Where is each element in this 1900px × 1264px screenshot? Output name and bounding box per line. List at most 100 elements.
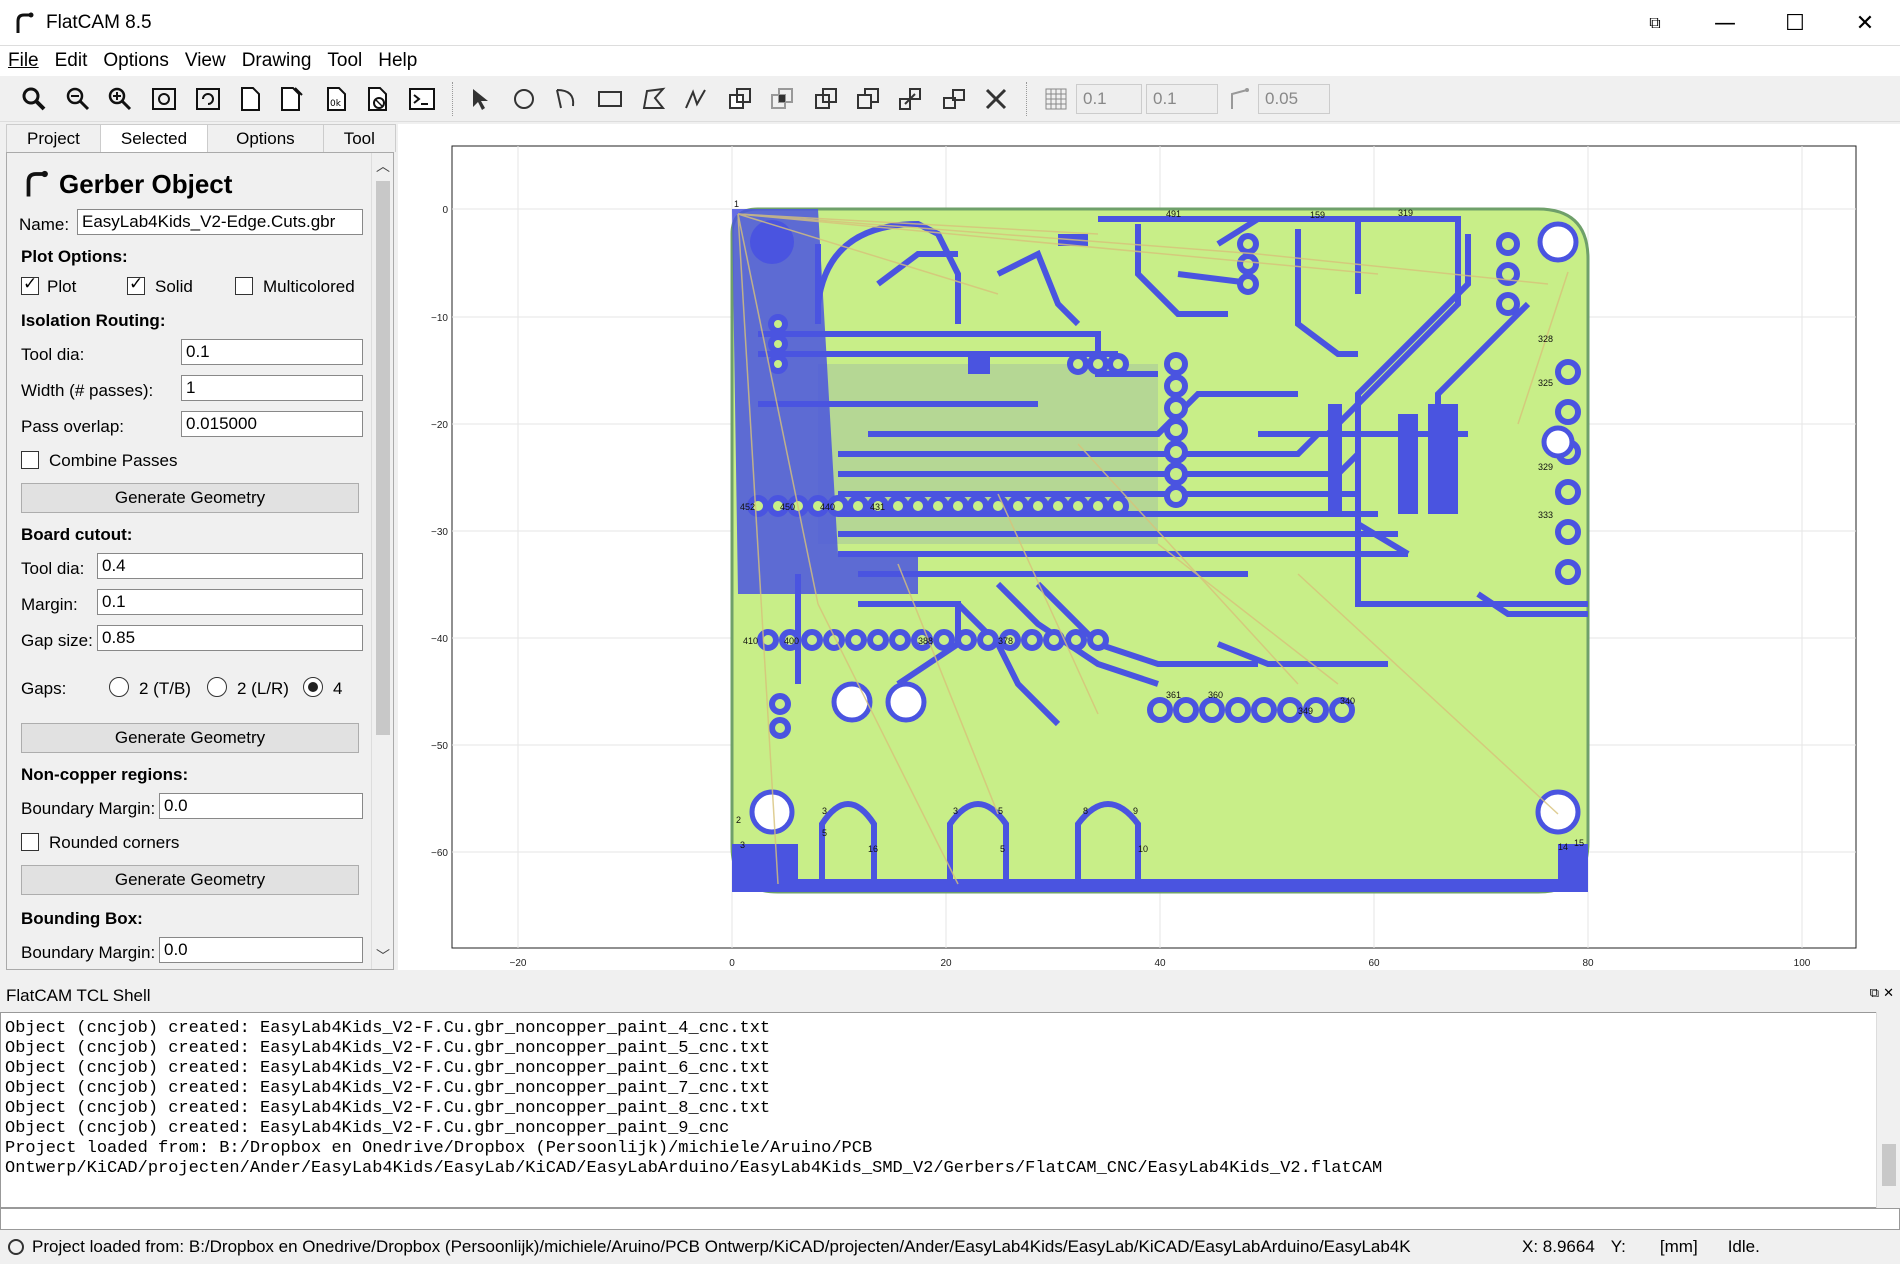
gaps-tb-radio[interactable]: [109, 677, 129, 697]
union-tool-icon[interactable]: [722, 82, 758, 116]
multicolored-checkbox[interactable]: [235, 277, 253, 295]
intersection-tool-icon[interactable]: [764, 82, 800, 116]
svg-text:431: 431: [870, 502, 885, 512]
plot-canvas[interactable]: 0 −10 −20 −30 −40 −50 −60 −20 0 20 40 60…: [398, 124, 1900, 970]
delete-object-icon[interactable]: [360, 82, 396, 116]
move-tool-icon[interactable]: [892, 82, 928, 116]
shell-input[interactable]: [0, 1208, 1900, 1230]
select-pointer-icon[interactable]: [462, 82, 498, 116]
margin-label: Margin:: [21, 595, 78, 614]
grid-snap-icon[interactable]: [1038, 82, 1074, 116]
y-tick-label: −60: [431, 848, 448, 859]
close-button[interactable]: ✕: [1830, 0, 1900, 46]
svg-text:9: 9: [1133, 806, 1138, 816]
menu-file[interactable]: File: [0, 50, 47, 72]
delete-shape-icon[interactable]: [978, 82, 1014, 116]
shell-line: Object (cncjob) created: EasyLab4Kids_V2…: [5, 1079, 771, 1098]
svg-text:3: 3: [822, 806, 827, 816]
shell-line: Ontwerp/KiCAD/projecten/Ander/EasyLab4Ki…: [5, 1159, 1383, 1178]
shell-output: Object (cncjob) created: EasyLab4Kids_V2…: [0, 1012, 1900, 1208]
panel-scrollbar[interactable]: ︿ ﹀: [371, 153, 393, 969]
y-tick-label: −40: [431, 634, 448, 645]
new-project-icon[interactable]: [232, 82, 268, 116]
bbox-margin-field[interactable]: 0.0: [159, 937, 363, 963]
scroll-down-icon[interactable]: ﹀: [372, 945, 393, 967]
svg-text:329: 329: [1538, 462, 1553, 472]
menu-view[interactable]: View: [177, 50, 234, 72]
grid-x-input[interactable]: 0.1: [1076, 84, 1142, 114]
new-excellon-icon[interactable]: 0k: [318, 82, 354, 116]
clear-plot-icon[interactable]: [146, 82, 182, 116]
rectangle-tool-icon[interactable]: [592, 82, 628, 116]
subtract-tool-icon[interactable]: [808, 82, 844, 116]
scroll-up-icon[interactable]: ︿: [372, 155, 393, 177]
y-tick-label: −20: [431, 420, 448, 431]
svg-text:340: 340: [1340, 696, 1355, 706]
shell-float-close-icon[interactable]: ⧉ ✕: [1870, 986, 1894, 1001]
margin-field[interactable]: 0.1: [97, 589, 363, 615]
svg-text:349: 349: [1298, 706, 1313, 716]
minimize-button[interactable]: —: [1690, 0, 1760, 46]
cut-path-icon[interactable]: [850, 82, 886, 116]
gaps-lr-radio[interactable]: [207, 677, 227, 697]
solid-checkbox[interactable]: [127, 274, 145, 295]
zoom-out-icon[interactable]: [60, 82, 96, 116]
plot-checkbox[interactable]: [21, 274, 39, 295]
maximize-button[interactable]: ☐: [1760, 0, 1830, 46]
generate-isolation-button[interactable]: Generate Geometry: [21, 483, 359, 513]
y-tick-label: −30: [431, 527, 448, 538]
panel-scroll-thumb[interactable]: [376, 181, 390, 735]
gap-size-field[interactable]: 0.85: [97, 625, 363, 651]
boundary-margin-field[interactable]: 0.0: [159, 793, 363, 819]
generate-noncopper-button[interactable]: Generate Geometry: [21, 865, 359, 895]
isolation-heading: Isolation Routing:: [21, 311, 166, 330]
grid-y-input[interactable]: 0.1: [1146, 84, 1218, 114]
tab-options[interactable]: Options: [207, 124, 324, 152]
combine-passes-checkbox[interactable]: [21, 451, 39, 469]
new-geometry-icon[interactable]: [274, 82, 310, 116]
replot-icon[interactable]: [190, 82, 226, 116]
tool-dia-field[interactable]: 0.1: [181, 339, 363, 365]
gaps-4-radio[interactable]: [303, 677, 323, 697]
snap-max-input[interactable]: 0.05: [1258, 84, 1330, 114]
svg-text:328: 328: [1538, 334, 1553, 344]
svg-text:333: 333: [1538, 510, 1553, 520]
rounded-corners-label: Rounded corners: [49, 833, 180, 852]
y-tick-label: 0: [442, 205, 448, 216]
polygon-tool-icon[interactable]: [636, 82, 672, 116]
overlap-field[interactable]: 0.015000: [181, 411, 363, 437]
rounded-corners-checkbox[interactable]: [21, 833, 39, 851]
title-bar: FlatCAM 8.5 ⧉ — ☐ ✕: [0, 0, 1900, 46]
menu-edit[interactable]: Edit: [47, 50, 96, 72]
menu-help[interactable]: Help: [370, 50, 425, 72]
path-tool-icon[interactable]: [678, 82, 714, 116]
width-field[interactable]: 1: [181, 375, 363, 401]
corner-snap-icon[interactable]: [1222, 82, 1258, 116]
solid-label: Solid: [155, 277, 193, 296]
shell-scrollbar[interactable]: [1876, 1012, 1900, 1208]
tab-tool[interactable]: Tool: [322, 124, 396, 152]
name-field[interactable]: EasyLab4Kids_V2-Edge.Cuts.gbr: [77, 209, 363, 235]
tab-project[interactable]: Project: [6, 124, 101, 152]
shell-scroll-thumb[interactable]: [1882, 1144, 1896, 1186]
arc-tool-icon[interactable]: [548, 82, 584, 116]
copy-tool-icon[interactable]: [936, 82, 972, 116]
shell-line: Project loaded from: B:/Dropbox en Onedr…: [5, 1139, 873, 1158]
notebook-tabs: Project Selected Options Tool: [6, 124, 396, 152]
status-state: Idle.: [1727, 1237, 1760, 1256]
svg-text:8: 8: [1083, 806, 1088, 816]
svg-text:10: 10: [1138, 844, 1148, 854]
circle-tool-icon[interactable]: [506, 82, 542, 116]
generate-cutout-button[interactable]: Generate Geometry: [21, 723, 359, 753]
menu-drawing[interactable]: Drawing: [234, 50, 320, 72]
restore-tabs-icon[interactable]: ⧉: [1620, 0, 1690, 46]
tab-selected[interactable]: Selected: [99, 124, 209, 152]
shell-icon[interactable]: [404, 82, 440, 116]
plot-options-heading: Plot Options:: [21, 247, 128, 266]
svg-text:5: 5: [1000, 844, 1005, 854]
menu-tool[interactable]: Tool: [319, 50, 370, 72]
zoom-in-icon[interactable]: [102, 82, 138, 116]
menu-options[interactable]: Options: [95, 50, 176, 72]
cutout-tool-dia-field[interactable]: 0.4: [97, 553, 363, 579]
zoom-fit-icon[interactable]: [16, 82, 52, 116]
